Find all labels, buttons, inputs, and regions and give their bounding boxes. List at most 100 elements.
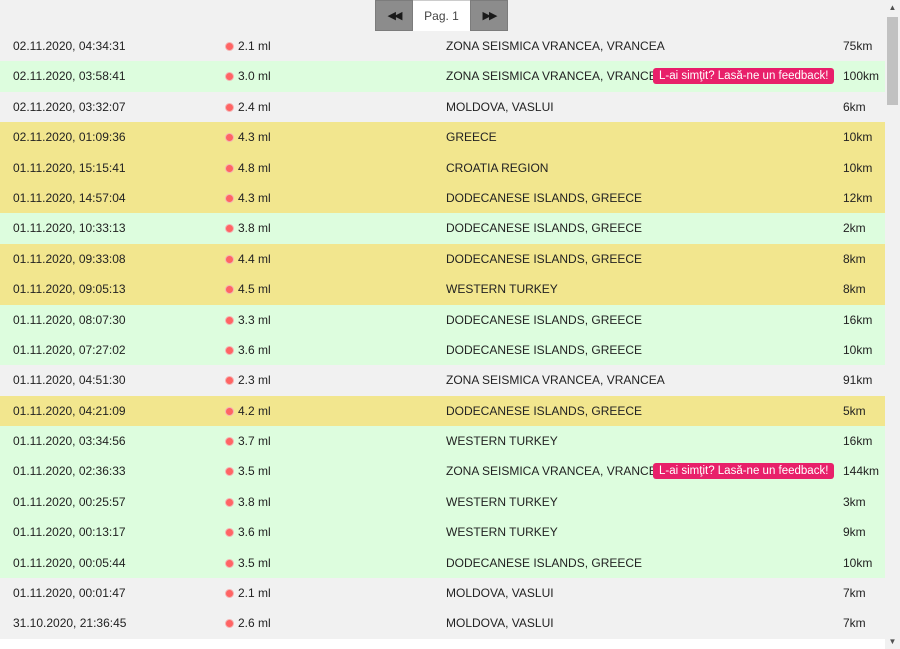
quake-magnitude: 4.3 ml	[225, 183, 271, 213]
scrollbar-thumb[interactable]	[887, 17, 898, 105]
double-chevron-left-icon: ◀◀	[387, 10, 403, 22]
magnitude-dot-icon	[225, 497, 234, 507]
quake-datetime: 01.11.2020, 10:33:13	[13, 221, 126, 236]
magnitude-value: 2.1 ml	[238, 586, 271, 601]
earthquake-row[interactable]: 01.11.2020, 00:13:17 3.6 ml WESTERN TURKEY…	[0, 517, 885, 548]
quake-depth: 75km	[843, 39, 873, 53]
quake-depth: 3km	[843, 494, 866, 509]
magnitude-dot-icon	[225, 193, 234, 203]
magnitude-value: 4.5 ml	[238, 282, 271, 297]
quake-depth: 9km	[843, 525, 866, 540]
quake-magnitude: 3.0 ml	[225, 61, 271, 91]
quake-location: DODECANESE ISLANDS, GREECE	[446, 190, 643, 205]
quake-magnitude: 4.2 ml	[225, 396, 271, 426]
quake-magnitude: 2.3 ml	[225, 365, 271, 395]
quake-datetime: 02.11.2020, 03:58:41	[13, 69, 126, 84]
quake-datetime: 02.11.2020, 04:34:31	[13, 39, 126, 53]
scroll-up-arrow-icon[interactable]: ▲	[885, 0, 900, 15]
quake-location: DODECANESE ISLANDS, GREECE	[446, 221, 643, 236]
magnitude-value: 2.3 ml	[238, 373, 271, 388]
quake-depth: 2km	[843, 221, 866, 236]
earthquake-row[interactable]: 01.11.2020, 09:05:13 4.5 ml WESTERN TURKEY…	[0, 274, 885, 305]
quake-depth: 5km	[843, 403, 866, 418]
quake-datetime: 02.11.2020, 01:09:36	[13, 130, 126, 145]
magnitude-dot-icon	[225, 42, 234, 51]
magnitude-value: 2.4 ml	[238, 99, 271, 114]
magnitude-dot-icon	[225, 437, 234, 447]
quake-magnitude: 4.5 ml	[225, 274, 271, 304]
earthquake-row[interactable]: 01.11.2020, 04:51:30 2.3 ml ZONA SEISMICA …	[0, 365, 885, 396]
feedback-button[interactable]: L-ai simţit? Lasă-ne un feedback!	[653, 463, 835, 480]
quake-datetime: 01.11.2020, 00:05:44	[13, 555, 126, 570]
earthquake-row[interactable]: 01.11.2020, 03:34:56 3.7 ml WESTERN TURKEY…	[0, 426, 885, 457]
quake-magnitude: 3.5 ml	[225, 456, 271, 486]
magnitude-dot-icon	[225, 224, 234, 234]
magnitude-value: 3.5 ml	[238, 555, 271, 570]
quake-magnitude: 4.3 ml	[225, 122, 271, 152]
magnitude-dot-icon	[225, 163, 234, 173]
magnitude-value: 3.0 ml	[238, 69, 271, 84]
earthquake-row[interactable]: 01.11.2020, 15:15:41 4.8 ml CROATIA REGION…	[0, 152, 885, 183]
magnitude-dot-icon	[225, 345, 234, 355]
quake-location: MOLDOVA, VASLUI	[446, 616, 554, 631]
quake-depth: 91km	[843, 373, 873, 388]
quake-depth: 10km	[843, 555, 873, 570]
quake-magnitude: 3.8 ml	[225, 487, 271, 517]
magnitude-dot-icon	[225, 285, 234, 295]
earthquake-row[interactable]: 31.10.2020, 21:36:45 2.6 ml MOLDOVA, VASLU…	[0, 608, 885, 639]
quake-location: MOLDOVA, VASLUI	[446, 586, 554, 601]
earthquake-row[interactable]: 01.11.2020, 14:57:04 4.3 ml DODECANESE ISL…	[0, 182, 885, 214]
quake-magnitude: 4.8 ml	[225, 153, 271, 183]
earthquake-row[interactable]: 01.11.2020, 07:27:02 3.6 ml DODECANESE ISL…	[0, 334, 885, 366]
quake-depth: 12km	[843, 190, 873, 205]
quake-datetime: 01.11.2020, 09:33:08	[13, 251, 126, 266]
magnitude-value: 4.3 ml	[238, 130, 271, 145]
quake-location: DODECANESE ISLANDS, GREECE	[446, 403, 643, 418]
quake-magnitude: 3.7 ml	[225, 426, 271, 456]
earthquake-row[interactable]: 01.11.2020, 00:25:57 3.8 ml WESTERN TURKEY…	[0, 486, 885, 518]
quake-datetime: 01.11.2020, 09:05:13	[13, 282, 126, 297]
earthquake-row[interactable]: 01.11.2020, 09:33:08 4.4 ml DODECANESE ISL…	[0, 243, 885, 275]
vertical-scrollbar[interactable]: ▲ ▼	[885, 0, 900, 649]
magnitude-value: 3.6 ml	[238, 342, 271, 357]
earthquake-row[interactable]: 01.11.2020, 08:07:30 3.3 ml DODECANESE ISL…	[0, 304, 885, 335]
quake-location: GREECE	[446, 130, 497, 145]
quake-magnitude: 3.6 ml	[225, 335, 271, 365]
double-chevron-right-icon: ▶▶	[482, 10, 498, 22]
earthquake-row[interactable]: 01.11.2020, 00:05:44 3.5 ml DODECANESE ISL…	[0, 547, 885, 579]
magnitude-value: 3.5 ml	[238, 464, 271, 479]
quake-depth: 8km	[843, 251, 866, 266]
next-page-button[interactable]: ▶▶	[470, 0, 508, 31]
quake-datetime: 01.11.2020, 14:57:04	[13, 190, 126, 205]
quake-datetime: 31.10.2020, 21:36:45	[13, 616, 127, 631]
quake-magnitude: 2.4 ml	[225, 92, 271, 122]
previous-page-button[interactable]: ◀◀	[375, 0, 413, 31]
quake-location: ZONA SEISMICA VRANCEA, VRANCEA	[446, 39, 665, 53]
quake-datetime: 01.11.2020, 04:51:30	[13, 373, 126, 388]
quake-location: CROATIA REGION	[446, 160, 549, 175]
earthquake-row[interactable]: 01.11.2020, 02:36:33 3.5 ml ZONA SEISMICA …	[0, 456, 885, 487]
magnitude-dot-icon	[225, 376, 234, 386]
earthquake-row[interactable]: 02.11.2020, 04:34:31 2.1 ml ZONA SEISMICA …	[0, 31, 885, 62]
magnitude-dot-icon	[225, 558, 234, 568]
feedback-button[interactable]: L-ai simţit? Lasă-ne un feedback!	[653, 68, 835, 85]
scroll-down-arrow-icon[interactable]: ▼	[885, 634, 900, 649]
page-indicator: Pag. 1	[413, 0, 470, 31]
earthquake-row[interactable]: 01.11.2020, 10:33:13 3.8 ml DODECANESE ISL…	[0, 213, 885, 244]
quake-magnitude: 3.6 ml	[225, 517, 271, 547]
magnitude-value: 4.3 ml	[238, 190, 271, 205]
magnitude-dot-icon	[225, 528, 234, 538]
magnitude-value: 3.8 ml	[238, 221, 271, 236]
magnitude-dot-icon	[225, 315, 234, 325]
earthquake-row[interactable]: 01.11.2020, 00:01:47 2.1 ml MOLDOVA, VASLU…	[0, 578, 885, 609]
magnitude-dot-icon	[225, 254, 234, 264]
quake-magnitude: 3.3 ml	[225, 305, 271, 335]
quake-datetime: 01.11.2020, 00:13:17	[13, 525, 126, 540]
magnitude-value: 4.8 ml	[238, 160, 271, 175]
magnitude-dot-icon	[225, 467, 234, 477]
earthquake-row[interactable]: 02.11.2020, 03:32:07 2.4 ml MOLDOVA, VASLU…	[0, 91, 885, 123]
magnitude-value: 4.4 ml	[238, 251, 271, 266]
earthquake-row[interactable]: 01.11.2020, 04:21:09 4.2 ml DODECANESE ISL…	[0, 395, 885, 427]
earthquake-row[interactable]: 02.11.2020, 01:09:36 4.3 ml GREECE 10km	[0, 122, 885, 153]
earthquake-row[interactable]: 02.11.2020, 03:58:41 3.0 ml ZONA SEISMICA …	[0, 61, 885, 92]
